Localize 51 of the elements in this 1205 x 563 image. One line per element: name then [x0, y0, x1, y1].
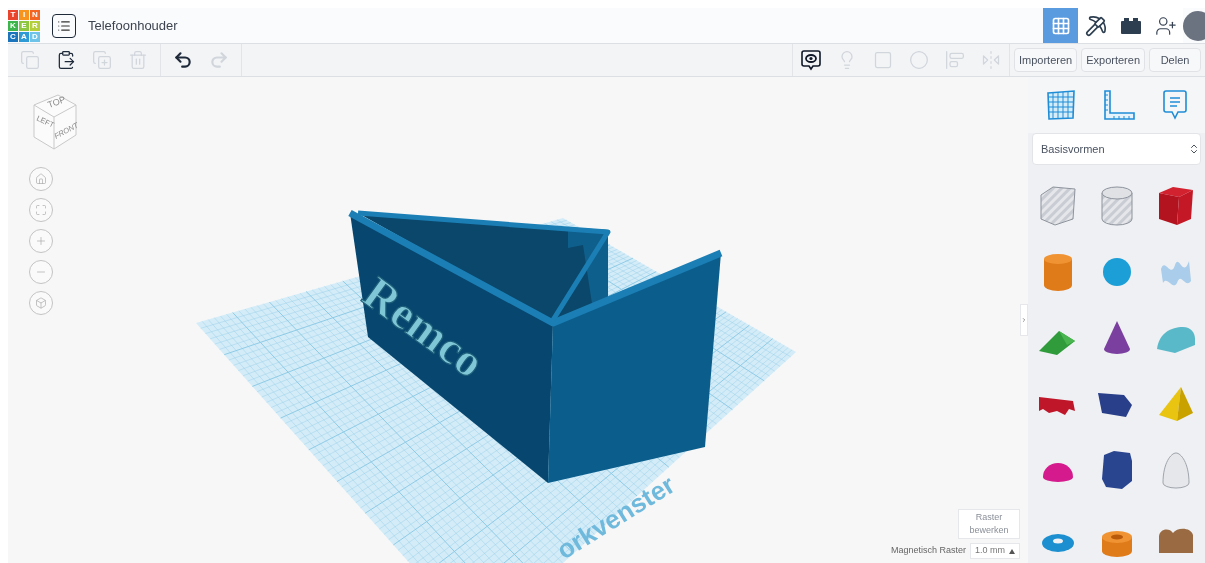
cube-icon [35, 297, 47, 309]
plus-icon [35, 235, 47, 247]
align-icon [945, 50, 965, 70]
toolbar-action-button[interactable]: Delen [1149, 48, 1201, 72]
duplicate-icon [92, 50, 112, 70]
snap-grid-label: Magnetisch Raster [890, 544, 966, 558]
avatar[interactable] [1183, 10, 1205, 41]
logo-letter: A [19, 31, 29, 42]
chevron-right-icon [1021, 315, 1027, 325]
edit-grid-button[interactable]: Raster bewerken [958, 509, 1020, 539]
zoom-out-button[interactable] [29, 260, 53, 284]
eye-bubble-icon [801, 49, 821, 71]
logo-letter: K [8, 20, 18, 31]
fit-icon [35, 204, 47, 216]
logo-letter: E [19, 20, 29, 31]
solid-icon [873, 50, 893, 70]
mirror-icon [981, 50, 1001, 70]
delete-icon [128, 50, 148, 70]
grid-icon [1050, 15, 1071, 36]
logo-letter: R [30, 20, 40, 31]
fit-view-button[interactable] [29, 198, 53, 222]
paste-icon [56, 50, 76, 70]
logo-letter: C [8, 31, 18, 42]
logo-letter: N [30, 9, 40, 20]
note-icon[interactable] [1163, 90, 1188, 120]
redo-icon [209, 50, 229, 70]
toolbar-action-button[interactable]: Importeren [1014, 48, 1078, 72]
updown-icon [1188, 143, 1200, 155]
home-view-button[interactable] [29, 167, 53, 191]
pickaxe-icon [1084, 14, 1107, 37]
perspective-button[interactable] [29, 291, 53, 315]
logo-letter: D [30, 31, 40, 42]
caret-up-icon [1009, 548, 1015, 554]
home-icon [35, 173, 47, 185]
copy-icon [20, 50, 40, 70]
snap-grid-select[interactable]: 1.0 mm [970, 543, 1020, 559]
ruler-icon[interactable] [1103, 90, 1136, 120]
list-icon [57, 18, 71, 33]
design-list-button[interactable] [52, 13, 76, 38]
shape-library-select[interactable]: Basisvormen [1032, 133, 1201, 165]
design-title[interactable]: Telefoonhouder [88, 15, 178, 36]
logo-letter: T [8, 9, 18, 20]
logo[interactable]: T I N K E R C A D [8, 9, 40, 42]
zoom-in-button[interactable] [29, 229, 53, 253]
brick-icon [1120, 17, 1141, 34]
logo-letter: I [19, 9, 29, 20]
hole-icon [909, 50, 929, 70]
undo-icon [173, 50, 193, 70]
user-add-icon [1154, 14, 1177, 37]
workplane-grid-icon[interactable] [1045, 90, 1076, 120]
toolbar-action-button[interactable]: Exporteren [1081, 48, 1145, 72]
